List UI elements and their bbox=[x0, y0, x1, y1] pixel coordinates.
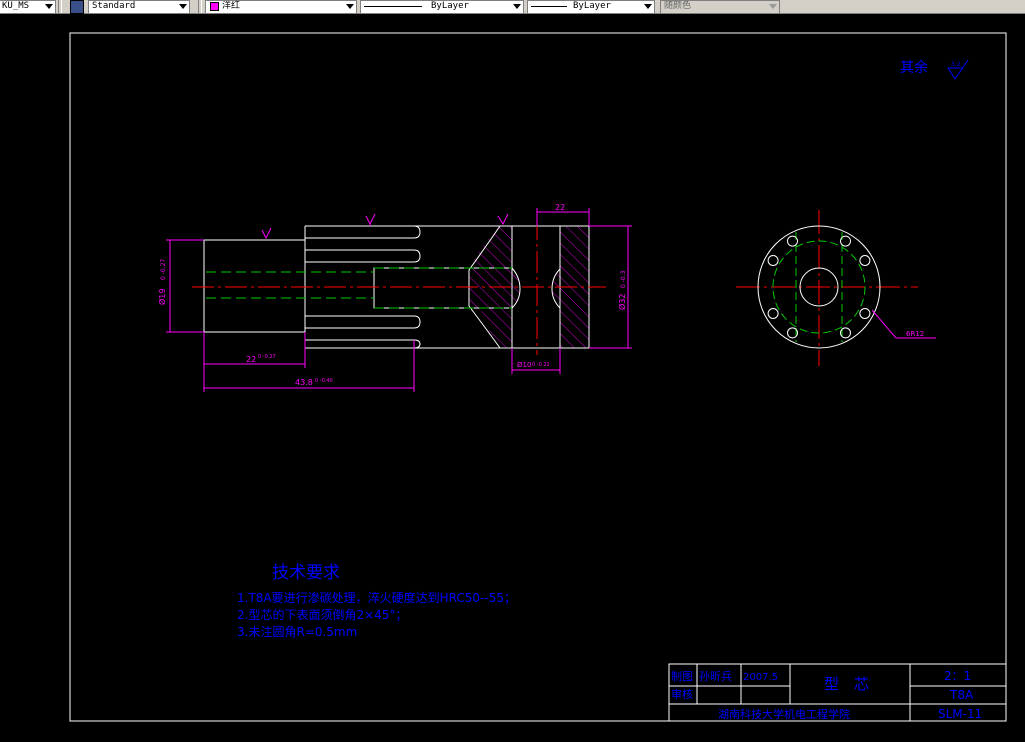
text-style-value: KU_MS bbox=[2, 1, 30, 11]
plot-style-value: 随颜色 bbox=[664, 1, 692, 11]
dim-dia-19-tol: 0 -0.27 bbox=[160, 259, 167, 280]
title-date: 2007.5 bbox=[743, 672, 778, 683]
dim-len-22: 22 bbox=[246, 355, 256, 364]
dim-dia-right: Ø32 bbox=[617, 294, 627, 310]
properties-toolbar: KU_MS Standard 洋红 ByLayer ByLayer 随颜色 bbox=[0, 0, 1025, 14]
dim-len-43: 43.8 bbox=[295, 378, 313, 387]
technical-requirements: 技术要求 1.T8A要进行渗碳处理，淬火硬度达到HRC50--55； 2.型芯的… bbox=[237, 563, 516, 639]
plot-style-combo: 随颜色 bbox=[660, 0, 780, 14]
roughness-note-label: 其余 bbox=[900, 59, 928, 76]
toolbar-separator bbox=[58, 0, 62, 13]
side-view-notch bbox=[840, 235, 851, 247]
tech-req-item: 1.T8A要进行渗碳处理，淬火硬度达到HRC50--55； bbox=[237, 590, 516, 605]
tech-req-item: 2.型芯的下表面须倒角2×45°； bbox=[237, 607, 407, 622]
side-view-notch bbox=[859, 255, 871, 266]
title-drawer: 孙昕兵 bbox=[699, 670, 732, 683]
hidden-lines bbox=[206, 267, 512, 309]
linetype-sample bbox=[364, 6, 422, 7]
title-block-text: 制图 孙昕兵 2007.5 审核 型 芯 2：1 T8A 湖南科技大学机电工程学… bbox=[671, 669, 982, 721]
drawing-canvas[interactable]: 其余 3.2 22 Ø19 0 -0.27 Ø32 0 -0.3 22 0 -0… bbox=[0, 14, 1025, 738]
chevron-down-icon[interactable] bbox=[513, 4, 521, 9]
lineweight-value: ByLayer bbox=[573, 1, 611, 11]
chevron-down-icon[interactable] bbox=[346, 4, 354, 9]
title-draw-label: 制图 bbox=[671, 670, 693, 683]
dim-dia-10: Ø10 bbox=[517, 361, 531, 369]
tech-req-item: 3.未注圆角R=0.5mm bbox=[237, 624, 357, 639]
center-lines bbox=[192, 218, 606, 355]
roughness-value: 3.2 bbox=[951, 61, 961, 68]
drawing-svg[interactable]: 其余 3.2 22 Ø19 0 -0.27 Ø32 0 -0.3 22 0 -0… bbox=[0, 14, 1025, 738]
roughness-note: 其余 3.2 bbox=[900, 59, 969, 80]
dimension-style-icon[interactable] bbox=[70, 0, 84, 14]
dim-width-22: 22 bbox=[555, 203, 565, 212]
title-check-label: 审核 bbox=[671, 687, 693, 701]
color-value: 洋红 bbox=[222, 1, 241, 11]
side-view-notch bbox=[767, 255, 779, 266]
dim-radius-note: 6R12 bbox=[906, 330, 924, 338]
toolbar-separator bbox=[198, 0, 202, 13]
linetype-value: ByLayer bbox=[431, 1, 469, 11]
linetype-combo[interactable]: ByLayer bbox=[360, 0, 524, 14]
title-scale: 2：1 bbox=[944, 669, 971, 683]
dim-len-43-tol: 0 -0.40 bbox=[315, 378, 333, 384]
lineweight-sample bbox=[531, 6, 567, 7]
dim-dia-19: Ø19 bbox=[157, 289, 167, 305]
title-part-name: 型 芯 bbox=[824, 675, 869, 693]
text-style-combo[interactable]: KU_MS bbox=[0, 0, 56, 14]
color-combo[interactable]: 洋红 bbox=[205, 0, 357, 14]
chevron-down-icon[interactable] bbox=[644, 4, 652, 9]
side-view-notch bbox=[859, 308, 871, 319]
chevron-down-icon[interactable] bbox=[179, 4, 187, 9]
title-drawing-no: SLM-11 bbox=[938, 707, 982, 721]
dim-dia-10-tol: 0 -0.22 bbox=[532, 362, 550, 368]
title-block: 制图 孙昕兵 2007.5 审核 型 芯 2：1 T8A 湖南科技大学机电工程学… bbox=[668, 663, 1007, 722]
dim-dia-right-tol: 0 -0.3 bbox=[620, 270, 627, 288]
title-material: T8A bbox=[949, 688, 974, 702]
side-view-radius-leader bbox=[871, 309, 936, 339]
title-school: 湖南科技大学机电工程学院 bbox=[718, 707, 850, 721]
drawing-border bbox=[69, 32, 1007, 722]
chevron-down-icon[interactable] bbox=[45, 4, 53, 9]
side-view: 6R12 bbox=[736, 210, 936, 366]
side-view-notch bbox=[787, 235, 798, 247]
tech-req-title: 技术要求 bbox=[272, 563, 340, 583]
side-view-center-lines bbox=[736, 210, 918, 366]
dim-len-22-tol: 0 -0.27 bbox=[258, 354, 276, 360]
dimension-style-value: Standard bbox=[92, 1, 136, 11]
lineweight-combo[interactable]: ByLayer bbox=[527, 0, 655, 14]
dimension-style-combo[interactable]: Standard bbox=[88, 0, 190, 14]
color-swatch-icon bbox=[210, 2, 219, 11]
front-view: 22 Ø19 0 -0.27 Ø32 0 -0.3 22 0 -0.27 43.… bbox=[157, 203, 632, 392]
side-view-notch bbox=[767, 308, 779, 319]
chevron-down-icon bbox=[769, 4, 777, 9]
